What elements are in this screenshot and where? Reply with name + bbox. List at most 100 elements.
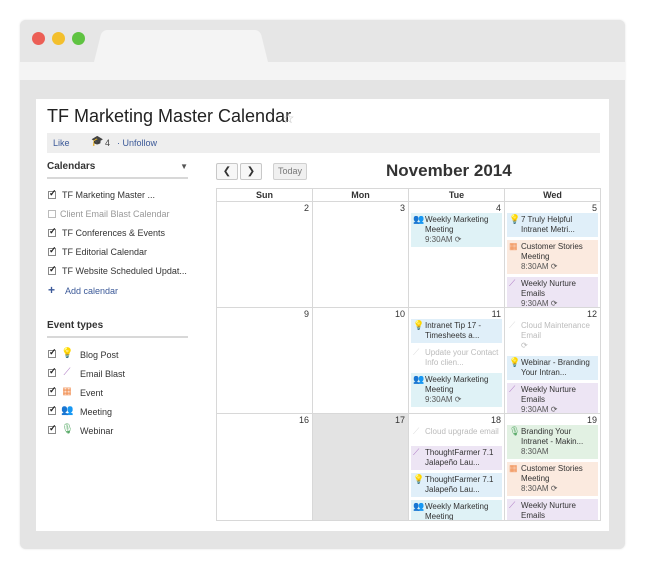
plus-icon: + xyxy=(48,283,56,297)
day-cell[interactable]: 9 xyxy=(217,308,313,413)
add-calendar-link[interactable]: + Add calendar xyxy=(47,282,188,300)
calendar-event[interactable]: 💡 Intranet Tip 17 - Timesheets a... xyxy=(411,319,502,343)
calendars-heading: Calendars ▼ xyxy=(47,161,188,179)
calendar-event[interactable]: ⟋Weekly Nurture Emails9:30AM ⟳ xyxy=(507,383,598,413)
calendar-item[interactable]: Client Email Blast Calendar xyxy=(47,206,188,225)
day-events: ⟋ Cloud Maintenance Email ⟳ 💡 Webinar - Bran… xyxy=(507,319,598,413)
today-button[interactable]: Today xyxy=(273,163,307,180)
day-number[interactable]: 4 xyxy=(496,203,501,213)
calendar-checkbox[interactable] xyxy=(48,226,57,237)
calendar-event[interactable]: ⟋ Cloud Maintenance Email ⟳ xyxy=(507,319,598,353)
event-title: ThoughtFarmer 7.1 Jalapeño Lau... xyxy=(425,448,494,467)
wand-icon: ⟋ xyxy=(509,320,516,330)
browser-tab[interactable] xyxy=(106,30,256,62)
calendar-checkbox[interactable] xyxy=(48,245,57,256)
day-number[interactable]: 5 xyxy=(592,203,597,213)
calendar-icon: ▦ xyxy=(509,241,518,251)
day-cell[interactable]: 4 👥 Weekly Marketing Meeting 9:30AM ⟳ xyxy=(409,202,505,307)
day-number[interactable]: 2 xyxy=(304,203,309,213)
add-calendar-label: Add calendar xyxy=(65,286,119,296)
event-type-list: 💡 Blog Post ⟋ Email Blast ▦ Event 👥 Meeting 🎙 Web… xyxy=(47,346,188,441)
calendar-event[interactable]: ⟋ Update your Contact Info clien... xyxy=(411,346,502,370)
day-number[interactable]: 16 xyxy=(299,415,309,425)
day-cell[interactable]: 19 🎙 Branding Your Intranet - Makin... 8:30… xyxy=(505,414,600,520)
minimize-window-button[interactable] xyxy=(52,32,65,45)
day-events: 👥 Weekly Marketing Meeting 9:30AM ⟳ xyxy=(411,213,502,250)
next-month-button[interactable]: ❯ xyxy=(240,163,262,180)
day-number[interactable]: 9 xyxy=(304,309,309,319)
event-time: 9:30AM ⟳ xyxy=(521,299,558,307)
calendar-event[interactable]: 👥Weekly Marketing Meeting9:30AM ⟳ xyxy=(411,373,502,407)
event-time: 9:30AM ⟳ xyxy=(521,405,558,413)
weekday-header-row: Sun Mon Tue Wed xyxy=(217,189,600,202)
calendar-event[interactable]: ⟋ Cloud upgrade email xyxy=(411,425,502,443)
day-cell[interactable]: 12 ⟋ Cloud Maintenance Email ⟳ 💡 Webinar - Br… xyxy=(505,308,600,413)
event-type-checkbox[interactable] xyxy=(48,423,57,434)
calendar-event[interactable]: 🎙 Branding Your Intranet - Makin... 8:30AM xyxy=(507,425,598,459)
lightbulb-icon: 💡 xyxy=(413,474,425,484)
event-type-item[interactable]: ▦ Event xyxy=(47,384,188,403)
day-number[interactable]: 10 xyxy=(395,309,405,319)
day-cell[interactable]: 16 xyxy=(217,414,313,520)
day-cell[interactable]: 5 💡 7 Truly Helpful Intranet Metri... ▦ Cust… xyxy=(505,202,600,307)
close-window-button[interactable] xyxy=(32,32,45,45)
day-cell[interactable]: 10 xyxy=(313,308,409,413)
calendar-event[interactable]: 💡 Webinar - Branding Your Intran... xyxy=(507,356,598,380)
calendar-event[interactable]: ⟋ ThoughtFarmer 7.1 Jalapeño Lau... xyxy=(411,446,502,470)
unfollow-link[interactable]: · Unfollow xyxy=(117,138,157,148)
event-title: Cloud upgrade email xyxy=(425,427,499,436)
calendar-item[interactable]: TF Editorial Calendar xyxy=(47,244,188,263)
calendar-item-label: TF Website Scheduled Updat... xyxy=(62,266,187,276)
calendar-event[interactable]: 💡 7 Truly Helpful Intranet Metri... xyxy=(507,213,598,237)
calendar-event[interactable]: ▦ Customer Stories Meeting 8:30AM ⟳ xyxy=(507,240,598,274)
prev-month-button[interactable]: ❮ xyxy=(216,163,238,180)
day-number[interactable]: 17 xyxy=(395,415,405,425)
calendar-checkbox[interactable] xyxy=(48,188,57,199)
like-link[interactable]: Like xyxy=(53,138,70,148)
wand-icon: ⟋ xyxy=(509,278,516,288)
calendar-event[interactable]: 👥Weekly Marketing Meeting9:30AM ⟳ xyxy=(411,500,502,520)
event-type-checkbox[interactable] xyxy=(48,366,57,377)
event-type-checkbox[interactable] xyxy=(48,347,57,358)
followers-icon: 🎓 xyxy=(91,136,104,147)
sidebar: Calendars ▼ TF Marketing Master ... Clien… xyxy=(47,161,188,441)
day-cell[interactable]: 2 xyxy=(217,202,313,307)
calendar-item[interactable]: TF Website Scheduled Updat... xyxy=(47,263,188,282)
event-type-checkbox[interactable] xyxy=(48,404,57,415)
event-title: Branding Your Intranet - Makin... xyxy=(521,427,584,446)
browser-window: TF Marketing Master Calendar ☆ Like 🎓 4 … xyxy=(20,20,625,549)
calendar-event[interactable]: 💡 ThoughtFarmer 7.1 Jalapeño Lau... xyxy=(411,473,502,497)
day-cell[interactable]: 3 xyxy=(313,202,409,307)
calendar-event[interactable]: ▦ Customer Stories Meeting 8:30AM ⟳ xyxy=(507,462,598,496)
day-cell[interactable]: 17 xyxy=(313,414,409,520)
star-icon[interactable]: ☆ xyxy=(282,110,295,127)
calendar-checkbox[interactable] xyxy=(48,210,56,218)
calendar-checkbox[interactable] xyxy=(48,264,57,275)
event-type-item[interactable]: 👥 Meeting xyxy=(47,403,188,422)
lightbulb-icon: 💡 xyxy=(509,357,521,367)
day-number[interactable]: 11 xyxy=(492,309,501,319)
wand-icon: ⟋ xyxy=(413,447,420,457)
event-types-heading: Event types xyxy=(47,320,188,338)
event-type-checkbox[interactable] xyxy=(48,385,57,396)
chevron-down-icon[interactable]: ▼ xyxy=(180,162,188,171)
event-type-item[interactable]: ⟋ Email Blast xyxy=(47,365,188,384)
week-row: 16 17 18 ⟋ Cloud upgrade email ⟋ ThoughtFarmer… xyxy=(217,414,600,520)
day-cell[interactable]: 11 💡 Intranet Tip 17 - Timesheets a... ⟋ Upd… xyxy=(409,308,505,413)
day-number[interactable]: 18 xyxy=(491,415,501,425)
calendar-event[interactable]: 👥Weekly Marketing Meeting9:30AM ⟳ xyxy=(411,213,502,247)
event-type-item[interactable]: 💡 Blog Post xyxy=(47,346,188,365)
calendar-item[interactable]: TF Marketing Master ... xyxy=(47,187,188,206)
day-number[interactable]: 3 xyxy=(400,203,405,213)
day-cell[interactable]: 18 ⟋ Cloud upgrade email ⟋ ThoughtFarmer 7.1… xyxy=(409,414,505,520)
event-types-heading-label: Event types xyxy=(47,320,104,331)
calendar-event[interactable]: ⟋Weekly Nurture Emails9:30AM ⟳ xyxy=(507,277,598,307)
day-number[interactable]: 12 xyxy=(587,309,597,319)
day-events: 💡 Intranet Tip 17 - Timesheets a... ⟋ Updat… xyxy=(411,319,502,410)
event-type-item[interactable]: 🎙 Webinar xyxy=(47,422,188,441)
weekday-header: Sun xyxy=(217,189,313,201)
calendar-event[interactable]: ⟋Weekly Nurture Emails9:30AM ⟳ xyxy=(507,499,598,520)
calendar-item[interactable]: TF Conferences & Events xyxy=(47,225,188,244)
day-number[interactable]: 19 xyxy=(587,415,597,425)
maximize-window-button[interactable] xyxy=(72,32,85,45)
